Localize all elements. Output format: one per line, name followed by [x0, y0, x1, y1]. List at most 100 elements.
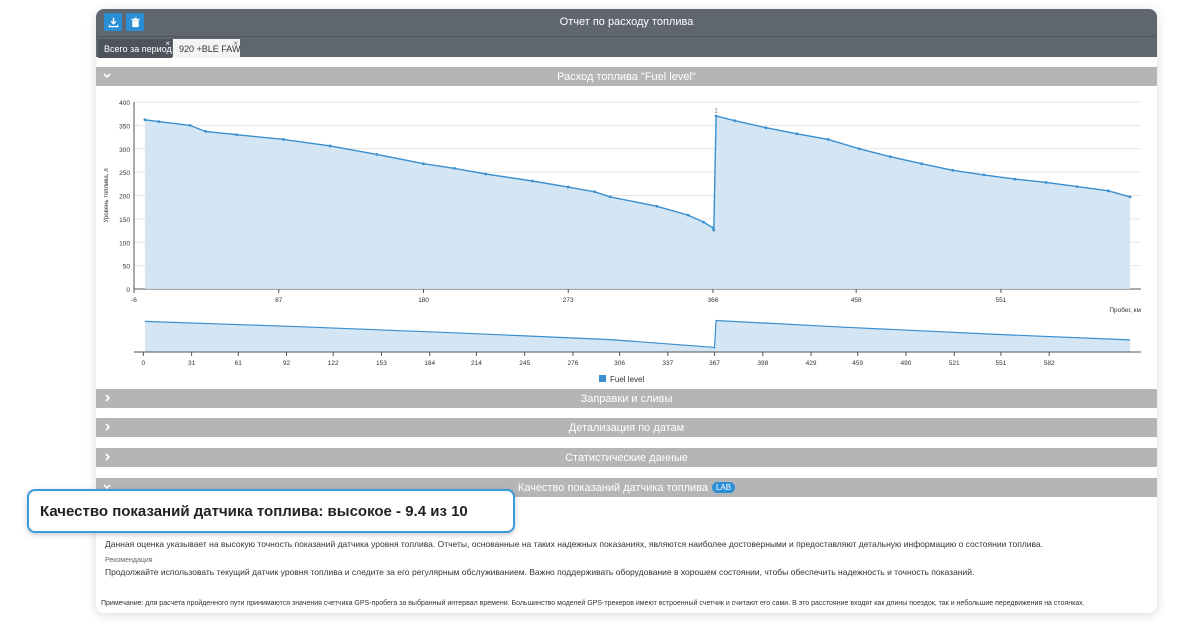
- data-point: [282, 138, 285, 141]
- data-point: [484, 172, 488, 176]
- recommendation-text: Продолжайте использовать текущий датчик …: [105, 567, 975, 577]
- data-point: [1075, 185, 1079, 189]
- y-axis-label: Уровень топлива, л: [104, 168, 110, 223]
- data-point: [375, 152, 379, 156]
- data-point: [422, 162, 425, 166]
- quality-tooltip: Качество показаний датчика топлива: высо…: [27, 489, 515, 533]
- y-tick-label: 350: [119, 123, 130, 130]
- close-icon[interactable]: ×: [233, 39, 238, 48]
- section-statistics[interactable]: Статистические данные: [96, 448, 1157, 467]
- y-tick-label: 150: [119, 217, 130, 224]
- data-point: [795, 132, 799, 136]
- data-point: [531, 179, 534, 183]
- navigator-tick-label: 429: [806, 360, 817, 367]
- y-tick-label: 50: [123, 264, 131, 271]
- y-tick-label: 250: [119, 170, 130, 177]
- data-point: [982, 173, 986, 177]
- data-point: [764, 126, 768, 130]
- data-point: [1044, 181, 1048, 184]
- section-label: Детализация по датам: [568, 422, 685, 434]
- navigator-tick-label: 521: [949, 360, 960, 367]
- data-point: [889, 155, 892, 159]
- data-point: [655, 204, 659, 208]
- data-point: [1013, 177, 1017, 181]
- navigator-tick-label: 31: [188, 360, 196, 367]
- data-point: [826, 138, 830, 141]
- lab-badge: LAB: [711, 482, 736, 493]
- navigator-tick-label: 367: [709, 360, 720, 367]
- fuel-chart: 0 50 100 150 200 250 300 350 400 -6 87 180 273 366 458…: [104, 100, 1142, 384]
- x-tick-label: -6: [131, 297, 137, 304]
- data-point: [235, 133, 239, 137]
- navigator-tick-label: 276: [567, 360, 578, 367]
- data-point: [1106, 189, 1110, 193]
- y-tick-label: 0: [126, 287, 130, 294]
- window-titlebar: Отчет по расходу топлива: [96, 9, 1157, 36]
- navigator-tick-label: 153: [376, 360, 387, 367]
- data-point: [714, 114, 718, 118]
- navigator-tick-label: 122: [328, 360, 339, 367]
- data-point: [920, 162, 923, 166]
- navigator-tick-label: 306: [614, 360, 625, 367]
- data-point: [328, 144, 332, 148]
- tab-vehicle[interactable]: 920 +BLE FAW ×: [173, 39, 240, 58]
- navigator-tick-label: 459: [852, 360, 863, 367]
- x-tick-label: 273: [563, 297, 574, 304]
- close-icon[interactable]: ×: [165, 39, 170, 48]
- data-point: [566, 185, 570, 189]
- navigator-tick-label: 245: [519, 360, 530, 367]
- data-point: [712, 228, 716, 232]
- y-tick-label: 300: [119, 147, 130, 154]
- data-point: [702, 220, 706, 224]
- data-point: [204, 130, 207, 133]
- section-label-text: Качество показаний датчика топлива: [517, 482, 708, 494]
- x-tick-label: 180: [418, 297, 429, 304]
- recommendation-label: Рекомендация: [105, 557, 153, 564]
- navigator-tick-label: 92: [283, 360, 291, 367]
- data-point: [593, 190, 597, 194]
- data-point: [951, 168, 955, 172]
- data-point: [733, 119, 737, 123]
- data-point: [143, 118, 147, 122]
- y-tick-label: 400: [119, 100, 130, 107]
- legend-label[interactable]: Fuel level: [610, 375, 644, 384]
- footnote: Примечание: для расчета пройденного пути…: [101, 600, 1085, 607]
- data-point: [1128, 195, 1132, 199]
- section-label: Расход топлива "Fuel level": [557, 71, 696, 83]
- annotation-label: 1: [714, 108, 718, 115]
- tab-label: Всего за период: [104, 44, 172, 54]
- window-title: Отчет по расходу топлива: [559, 16, 694, 28]
- x-tick-label: 551: [995, 297, 1006, 304]
- navigator-tick-label: 398: [757, 360, 768, 367]
- data-point: [453, 166, 457, 170]
- x-axis-label: Пробег, км: [1109, 306, 1141, 314]
- data-point: [857, 147, 861, 151]
- section-fuel-chart[interactable]: Расход топлива "Fuel level": [96, 67, 1157, 86]
- y-tick-label: 100: [119, 240, 130, 247]
- y-tick-label: 200: [119, 194, 130, 201]
- navigator-tick-label: 184: [424, 360, 435, 367]
- x-tick-label: 366: [708, 297, 719, 304]
- data-point: [686, 213, 690, 217]
- navigator-tick-label: 551: [995, 360, 1006, 367]
- navigator-tick-label: 582: [1044, 360, 1055, 367]
- data-point: [157, 120, 161, 124]
- data-point: [608, 195, 612, 199]
- navigator-tick-label: 0: [142, 360, 146, 367]
- section-refuels[interactable]: Заправки и сливы: [96, 389, 1157, 408]
- section-by-dates[interactable]: Детализация по датам: [96, 418, 1157, 437]
- tab-label: 920 +BLE FAW: [179, 44, 241, 54]
- section-label: Заправки и сливы: [580, 393, 673, 405]
- legend-swatch: [599, 375, 606, 382]
- quality-description: Данная оценка указывает на высокую точно…: [105, 539, 1044, 549]
- section-label: Статистические данные: [565, 452, 688, 464]
- navigator-tick-label: 214: [471, 360, 482, 367]
- x-tick-label: 458: [851, 297, 862, 304]
- navigator-tick-label: 490: [901, 360, 912, 367]
- data-point: [188, 123, 192, 127]
- navigator-tick-label: 337: [662, 360, 673, 367]
- tab-bar: Всего за период × 920 +BLE FAW ×: [96, 36, 1157, 58]
- tab-total-period[interactable]: Всего за период ×: [98, 39, 172, 58]
- navigator-tick-label: 61: [235, 360, 243, 367]
- navigator-area: [144, 320, 1131, 352]
